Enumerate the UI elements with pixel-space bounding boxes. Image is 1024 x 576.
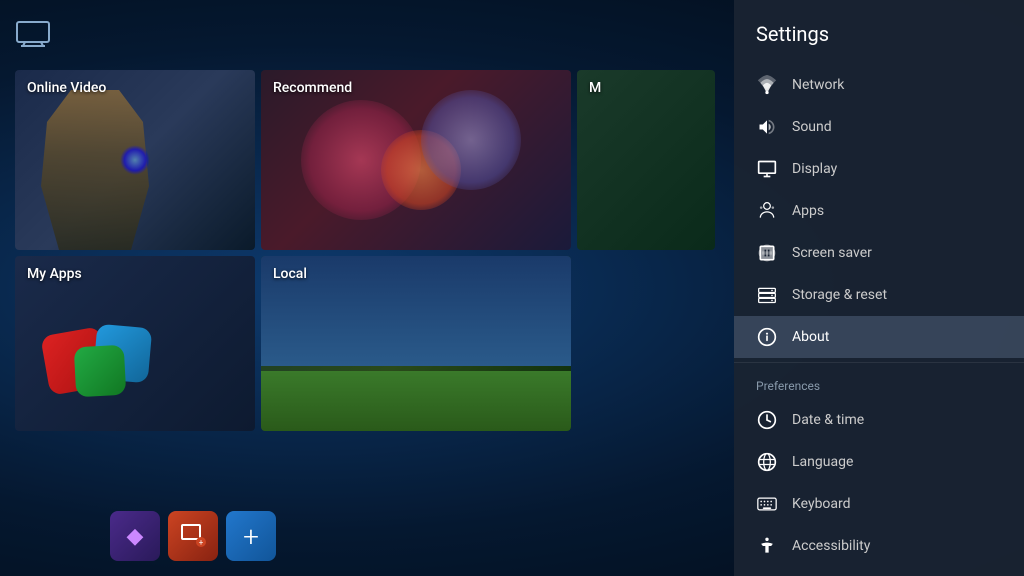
tile-online-video[interactable]: Online Video: [15, 70, 255, 250]
tile-partial[interactable]: M: [577, 70, 715, 250]
blob-3: [421, 90, 521, 190]
sound-label: Sound: [792, 119, 832, 135]
accessibility-icon: [756, 535, 778, 557]
settings-item-more-settings[interactable]: More Settings: [734, 567, 1024, 576]
settings-item-apps[interactable]: Apps: [734, 190, 1024, 232]
settings-item-display[interactable]: Display: [734, 148, 1024, 190]
keyboard-icon: [756, 493, 778, 515]
settings-item-network[interactable]: Network: [734, 64, 1024, 106]
sound-icon: [756, 116, 778, 138]
storage-icon: [756, 284, 778, 306]
display-label: Display: [792, 161, 837, 177]
tile-partial-label: M: [589, 80, 601, 96]
settings-item-language[interactable]: Language: [734, 441, 1024, 483]
language-label: Language: [792, 454, 853, 470]
tile-local-label: Local: [273, 266, 307, 282]
settings-panel: Settings Network Sound: [734, 0, 1024, 576]
local-grass: [261, 371, 571, 431]
tile-recommend[interactable]: Recommend: [261, 70, 571, 250]
preferences-section-label: Preferences: [734, 367, 1024, 399]
date-time-label: Date & time: [792, 412, 864, 428]
network-icon: [756, 74, 778, 96]
app-icon-3: [74, 345, 127, 398]
settings-item-date-time[interactable]: Date & time: [734, 399, 1024, 441]
bottom-bar: ◆ + +: [110, 511, 276, 561]
settings-item-storage-reset[interactable]: Storage & reset: [734, 274, 1024, 316]
accessibility-label: Accessibility: [792, 538, 870, 554]
apps-label: Apps: [792, 203, 824, 219]
tile-myapps-label: My Apps: [27, 266, 82, 282]
header-icon: [15, 20, 715, 55]
globe-icon: [756, 451, 778, 473]
bottom-icon-diamond[interactable]: ◆: [110, 511, 160, 561]
clock-icon: [756, 409, 778, 431]
bottom-icon-screen[interactable]: +: [168, 511, 218, 561]
settings-item-sound[interactable]: Sound: [734, 106, 1024, 148]
tile-myapps[interactable]: My Apps: [15, 256, 255, 431]
settings-item-keyboard[interactable]: Keyboard: [734, 483, 1024, 525]
apps-icon: [756, 200, 778, 222]
settings-item-screen-saver[interactable]: Screen saver: [734, 232, 1024, 274]
bottom-icon-plus[interactable]: +: [226, 511, 276, 561]
settings-item-about[interactable]: About: [734, 316, 1024, 358]
about-label: About: [792, 329, 829, 345]
screen-saver-icon: [756, 242, 778, 264]
main-content: Online Video Recommend M My Apps Local: [0, 0, 730, 576]
about-icon: [756, 326, 778, 348]
keyboard-label: Keyboard: [792, 496, 851, 512]
tile-local[interactable]: Local: [261, 256, 571, 431]
tiles-grid: Online Video Recommend M My Apps Local: [15, 70, 715, 431]
settings-title: Settings: [734, 0, 1024, 64]
storage-reset-label: Storage & reset: [792, 287, 887, 303]
divider-preferences: [734, 362, 1024, 363]
svg-text:+: +: [199, 538, 204, 547]
display-icon: [756, 158, 778, 180]
settings-item-accessibility[interactable]: Accessibility: [734, 525, 1024, 567]
arc-reactor-glow: [120, 145, 150, 175]
local-sky: [261, 256, 571, 366]
network-label: Network: [792, 77, 844, 93]
tile-recommend-label: Recommend: [273, 80, 352, 96]
tile-online-video-label: Online Video: [27, 80, 106, 96]
screen-saver-label: Screen saver: [792, 245, 872, 261]
